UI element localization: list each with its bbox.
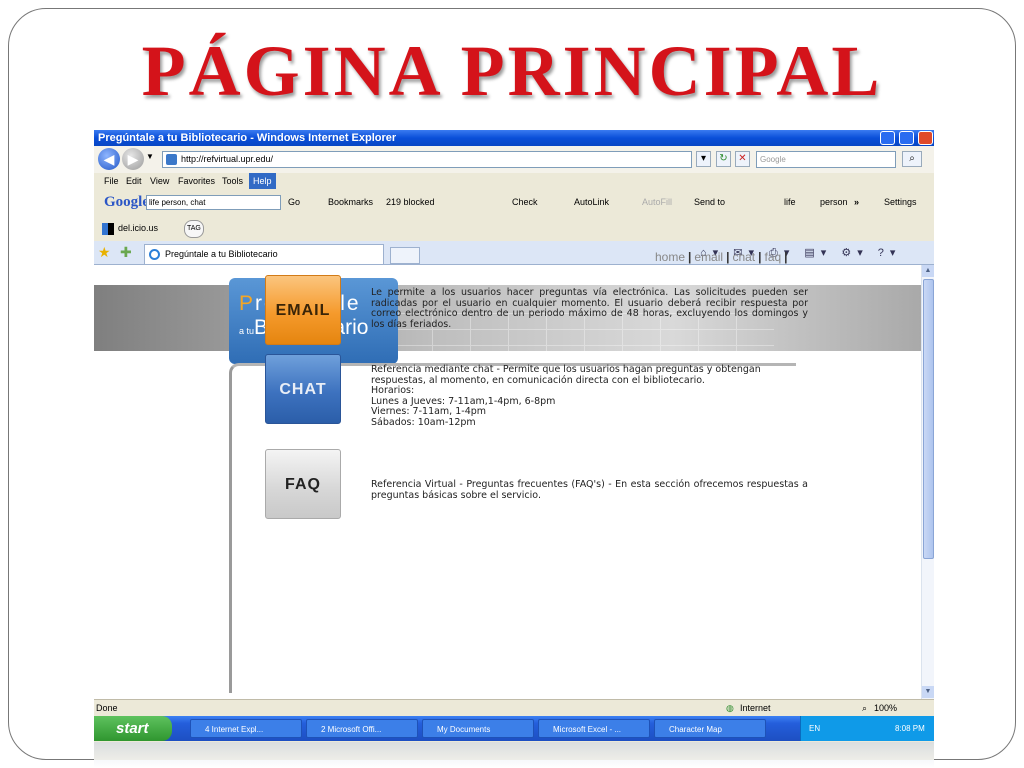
menu-file[interactable]: File [104,173,119,189]
google-toolbar: Google life person, chat Go Bookmarks 21… [94,189,934,216]
task-microsoft-excel[interactable]: Microsoft Excel - ... [538,719,650,738]
magnifier-icon: ⌕ [862,703,868,713]
status-bar: Done ◍ Internet ⌕ 100% [94,699,934,716]
google-search-input[interactable]: life person, chat [146,195,281,210]
menu-bar: File Edit View Favorites Tools Help [94,173,934,189]
close-button[interactable] [918,131,933,145]
menu-tools[interactable]: Tools [222,173,243,189]
forward-button[interactable]: ▶ [122,148,144,170]
window-title: Pregúntale a tu Bibliotecario - Windows … [98,132,397,144]
new-tab-button[interactable] [390,247,420,264]
address-toolbar: ◀ ▶ ▼ http://refvirtual.upr.edu/ ▾ ↻ ✕ G… [94,146,934,173]
scroll-up-icon[interactable]: ▲ [922,265,934,277]
address-dropdown-icon[interactable]: ▾ [696,151,711,167]
scroll-thumb[interactable] [923,279,934,559]
taskbar: start 4 Internet Expl... 2 Microsoft Off… [94,716,934,741]
email-description: Le permite a los usuarios hacer pregunta… [371,287,808,330]
maximize-button[interactable] [899,131,914,145]
more-buttons-icon[interactable]: » [854,189,859,216]
autolink-button[interactable]: AutoLink [574,189,609,216]
status-text: Done [96,703,118,713]
search-input[interactable]: Google [756,151,896,168]
system-tray: EN 8:08 PM [800,716,934,741]
browser-screenshot: Pregúntale a tu Bibliotecario - Windows … [94,130,934,760]
delicious-button[interactable]: del.icio.us [118,216,158,241]
nav-email-link[interactable]: email [694,250,723,264]
window-titlebar: Pregúntale a tu Bibliotecario - Windows … [94,130,934,146]
spell-check-button[interactable]: Check [512,189,538,216]
clock: 8:08 PM [895,724,925,733]
faq-button[interactable]: FAQ [265,449,341,519]
history-dropdown-icon[interactable]: ▼ [146,152,154,161]
slide-title: PÁGINA PRINCIPAL [141,31,883,111]
menu-favorites[interactable]: Favorites [178,173,215,189]
favorites-star-icon[interactable]: ★ [98,244,111,261]
tab-active[interactable]: Pregúntale a tu Bibliotecario [144,244,384,264]
page-icon [166,154,177,165]
vertical-scrollbar[interactable]: ▲ ▼ [921,265,934,699]
task-my-documents[interactable]: My Documents [422,719,534,738]
bookmarks-button[interactable]: Bookmarks [328,189,373,216]
send-to-button[interactable]: Send to [694,189,725,216]
go-button[interactable]: Go [288,189,300,216]
start-button[interactable]: start [94,716,172,741]
scroll-down-icon[interactable]: ▼ [922,686,934,698]
nav-chat-link[interactable]: chat [732,250,755,264]
settings-button[interactable]: Settings [884,189,917,216]
email-button[interactable]: EMAIL [265,275,341,345]
google-logo: Google [104,194,149,210]
life-button[interactable]: life [784,189,796,216]
zoom-level[interactable]: 100% [874,700,897,716]
faq-description: Referencia Virtual - Preguntas frecuente… [371,479,808,501]
menu-view[interactable]: View [150,173,169,189]
address-input[interactable]: http://refvirtual.upr.edu/ [162,151,692,168]
task-character-map[interactable]: Character Map [654,719,766,738]
person-button[interactable]: person [820,189,848,216]
search-icon[interactable]: ⌕ [902,151,922,167]
add-favorite-icon[interactable]: ✚ [120,244,132,261]
autofill-button[interactable]: AutoFill [642,189,672,216]
globe-icon: ◍ [726,703,734,713]
back-button[interactable]: ◀ [98,148,120,170]
tag-button[interactable]: TAG [184,220,204,238]
popup-blocked-button[interactable]: 219 blocked [386,189,435,216]
stop-icon[interactable]: ✕ [735,151,750,167]
chat-description: Referencia mediante chat - Permite que l… [371,364,761,428]
refresh-icon[interactable]: ↻ [716,151,731,167]
menu-help[interactable]: Help [249,173,276,189]
minimize-button[interactable] [880,131,895,145]
task-internet-explorer[interactable]: 4 Internet Expl... [190,719,302,738]
slide-reflection [94,742,934,768]
site-nav: home | email | chat | faq | [655,250,788,264]
delicious-icon [102,223,114,235]
language-indicator[interactable]: EN [809,716,820,741]
task-microsoft-office[interactable]: 2 Microsoft Offi... [306,719,418,738]
nav-home-link[interactable]: home [655,250,685,264]
chat-button[interactable]: CHAT [265,354,341,424]
tab-bar: ★ ✚ Pregúntale a tu Bibliotecario ⌂▾ ✉▾ … [94,241,934,265]
delicious-toolbar: del.icio.us TAG [94,216,934,241]
nav-faq-link[interactable]: faq [764,250,781,264]
ie-icon [149,249,160,260]
menu-edit[interactable]: Edit [126,173,142,189]
security-zone: Internet [740,703,771,713]
